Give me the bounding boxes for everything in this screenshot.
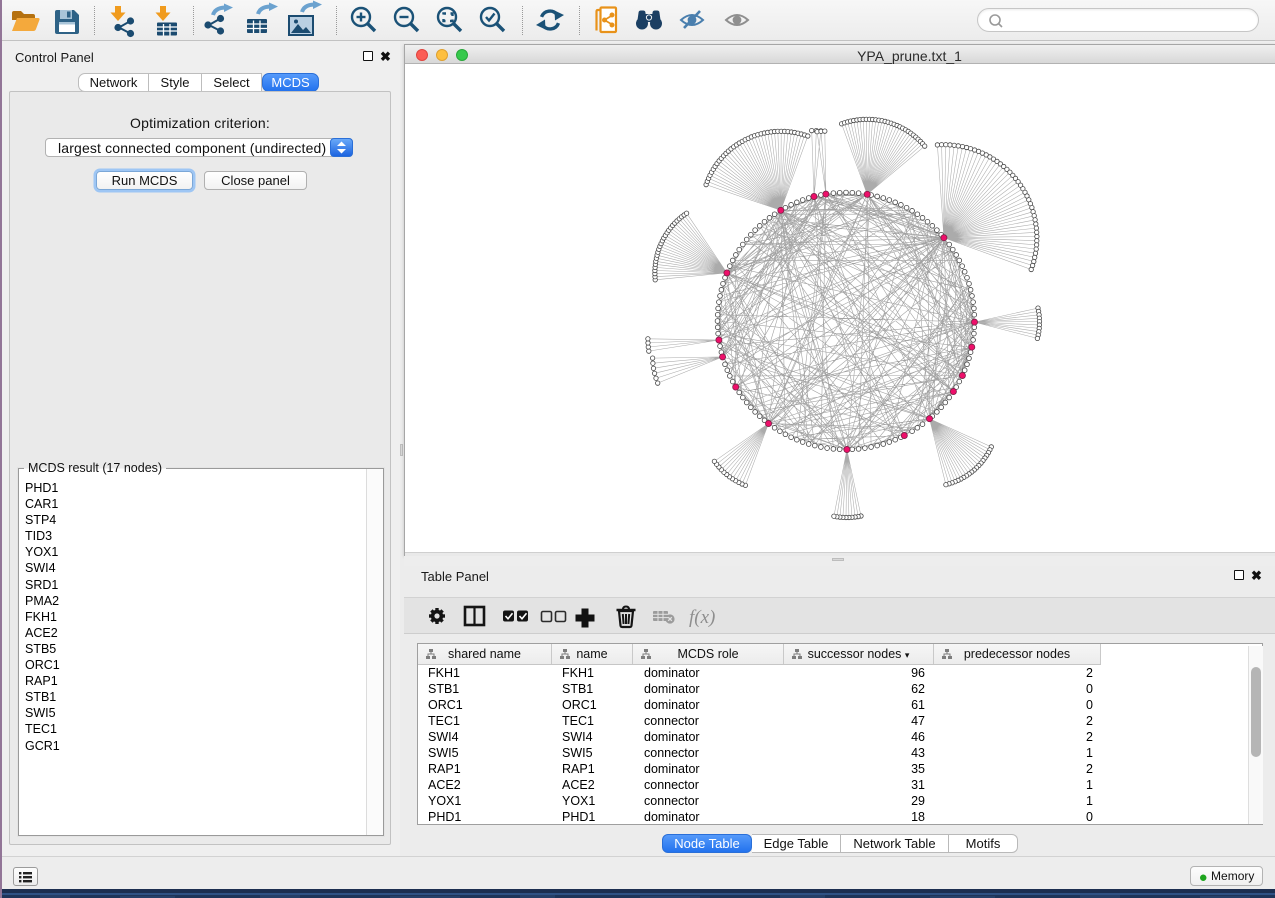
svg-text:f(x): f(x) (689, 607, 715, 628)
